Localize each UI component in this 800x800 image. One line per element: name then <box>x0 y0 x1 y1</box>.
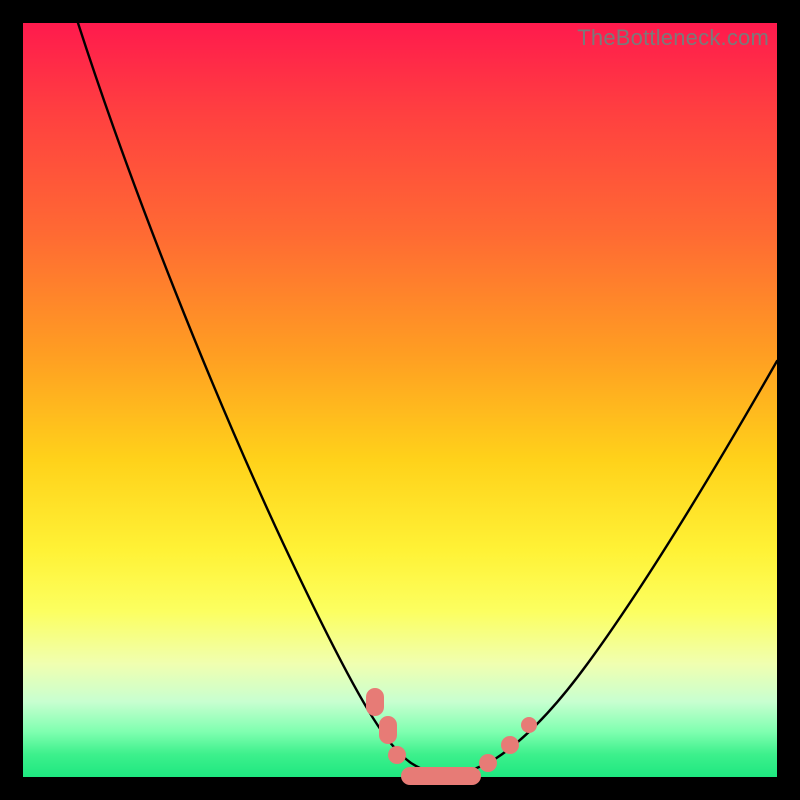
marker-dot <box>479 754 497 772</box>
bottleneck-curve <box>23 23 777 777</box>
curve-left-branch <box>78 23 453 776</box>
watermark-text: TheBottleneck.com <box>577 25 769 51</box>
marker-dot <box>379 716 397 744</box>
marker-dot <box>388 746 406 764</box>
chart-frame: TheBottleneck.com <box>0 0 800 800</box>
marker-dot <box>366 688 384 716</box>
marker-capsule <box>401 767 481 785</box>
marker-dot <box>521 717 537 733</box>
marker-dot <box>501 736 519 754</box>
curve-right-branch <box>431 361 777 776</box>
plot-area: TheBottleneck.com <box>23 23 777 777</box>
